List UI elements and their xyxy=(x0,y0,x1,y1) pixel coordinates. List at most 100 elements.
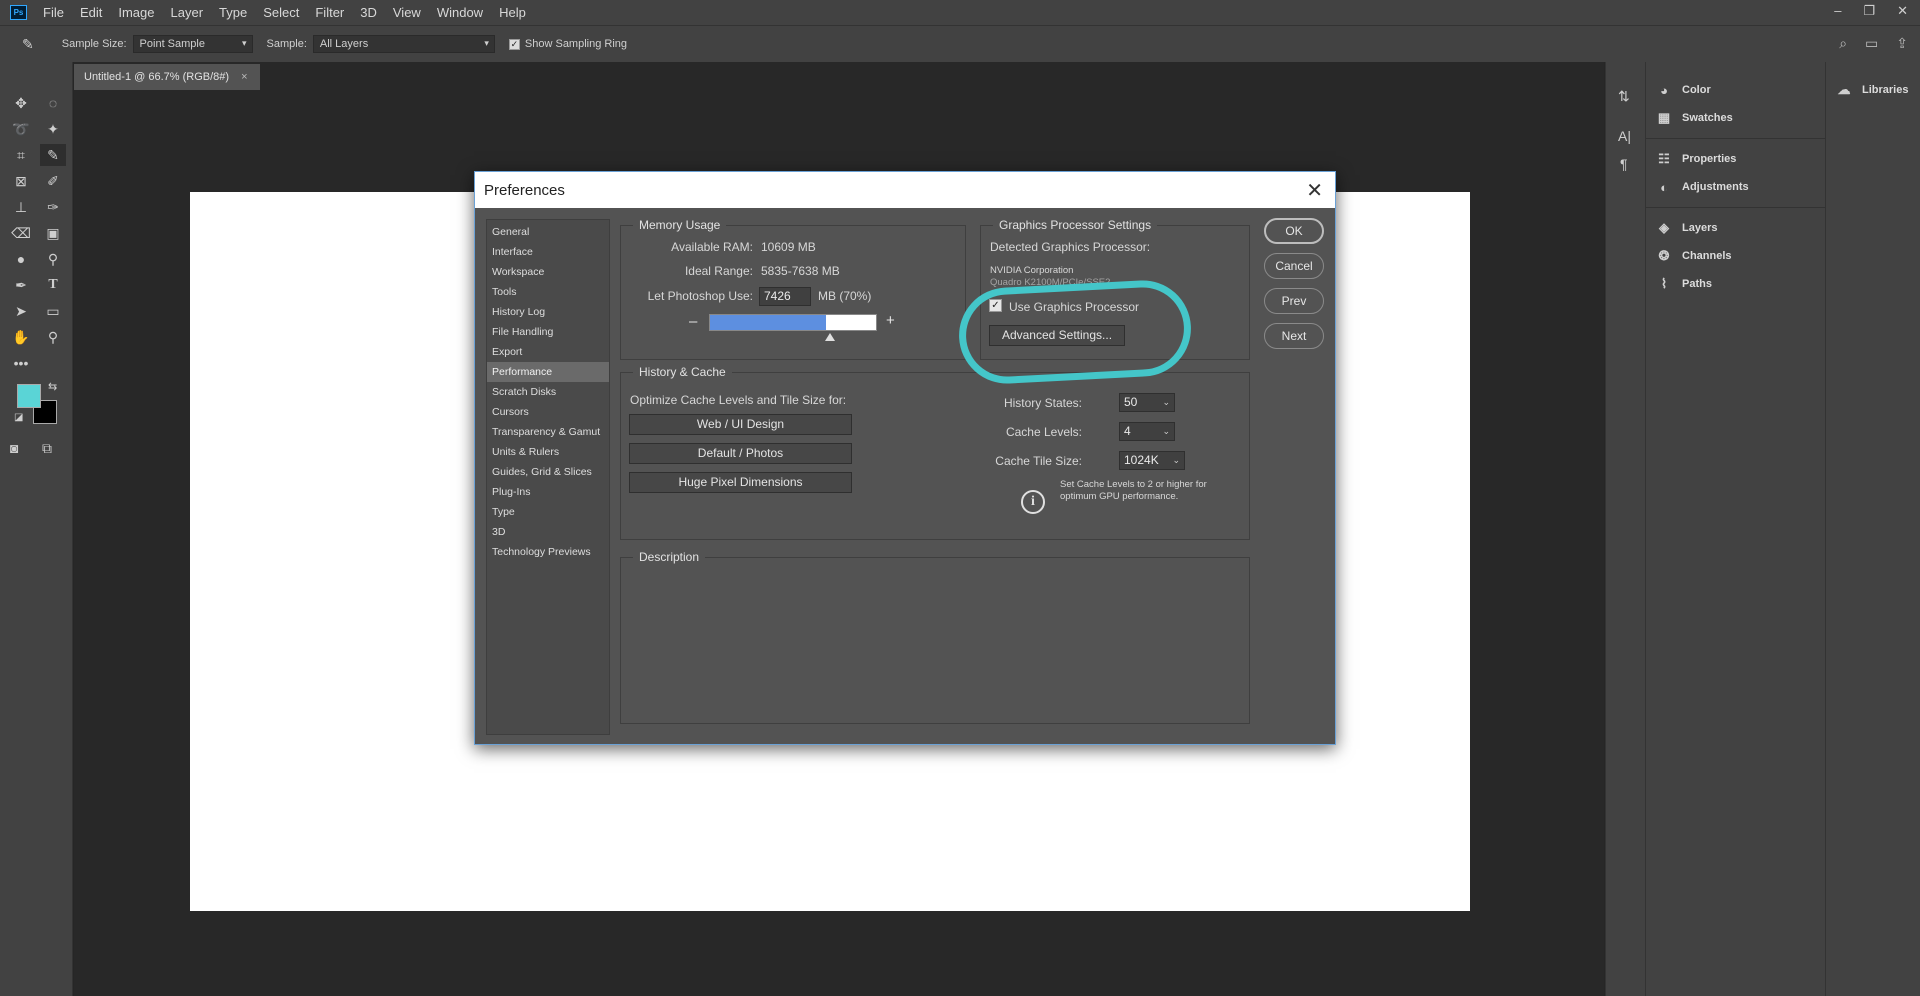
history-states-select[interactable]: 50 ⌄ xyxy=(1119,393,1175,412)
panel-layers[interactable]: ◈ Layers xyxy=(1646,214,1825,242)
category-type[interactable]: Type xyxy=(487,502,609,522)
properties-icon: ☷ xyxy=(1658,151,1670,166)
sample-select[interactable]: All Layers ▾ xyxy=(312,35,495,53)
menu-layer[interactable]: Layer xyxy=(171,5,204,20)
category-units-rulers[interactable]: Units & Rulers xyxy=(487,442,609,462)
photoshop-use-input[interactable]: 7426 xyxy=(759,287,811,306)
category-cursors[interactable]: Cursors xyxy=(487,402,609,422)
menu-type[interactable]: Type xyxy=(219,5,247,20)
category-plug-ins[interactable]: Plug-Ins xyxy=(487,482,609,502)
panel-color[interactable]: ◕ Color xyxy=(1646,76,1825,104)
panel-adjustments[interactable]: ◐ Adjustments xyxy=(1646,173,1825,201)
paragraph-panel-icon[interactable]: ¶ xyxy=(1620,156,1628,172)
default-photos-button[interactable]: Default / Photos xyxy=(629,443,852,464)
cancel-button[interactable]: Cancel xyxy=(1264,253,1324,279)
category-interface[interactable]: Interface xyxy=(487,242,609,262)
menu-edit[interactable]: Edit xyxy=(80,5,102,20)
menu-filter[interactable]: Filter xyxy=(315,5,344,20)
move-tool-icon[interactable]: ✥ xyxy=(8,92,34,114)
workspace-icon[interactable]: ▭ xyxy=(1865,35,1878,52)
category-3d[interactable]: 3D xyxy=(487,522,609,542)
menu-select[interactable]: Select xyxy=(263,5,299,20)
category-general[interactable]: General xyxy=(487,222,609,242)
category-guides-grid-slices[interactable]: Guides, Grid & Slices xyxy=(487,462,609,482)
character-panel-icon[interactable]: A| xyxy=(1618,128,1631,144)
web-ui-design-button[interactable]: Web / UI Design xyxy=(629,414,852,435)
crop-tool-icon[interactable]: ⌗ xyxy=(8,144,34,166)
default-colors-icon[interactable]: ◪ xyxy=(14,412,23,423)
sample-size-select[interactable]: Point Sample ▾ xyxy=(132,35,253,53)
increase-memory-icon[interactable]: + xyxy=(886,312,895,329)
quick-mask-icon[interactable]: ◙ xyxy=(10,440,18,456)
libraries-dock: ☁ Libraries xyxy=(1825,62,1920,996)
eyedropper-tool-icon[interactable]: ✎ xyxy=(40,144,66,166)
screen-mode-icon[interactable]: ⧉ xyxy=(42,440,52,457)
decrease-memory-icon[interactable]: – xyxy=(689,313,697,330)
gradient-tool-icon[interactable]: ▣ xyxy=(40,222,66,244)
menu-view[interactable]: View xyxy=(393,5,421,20)
marquee-tool-icon[interactable]: ◌ xyxy=(40,92,66,114)
category-technology-previews[interactable]: Technology Previews xyxy=(487,542,609,562)
panel-properties[interactable]: ☷ Properties xyxy=(1646,145,1825,173)
menu-window[interactable]: Window xyxy=(437,5,483,20)
memory-usage-slider[interactable] xyxy=(709,314,877,331)
chevron-down-icon: ▾ xyxy=(484,38,489,48)
stamp-tool-icon[interactable]: ⊥ xyxy=(8,196,34,218)
menu-help[interactable]: Help xyxy=(499,5,526,20)
blur-tool-icon[interactable]: ● xyxy=(8,248,34,270)
category-history-log[interactable]: History Log xyxy=(487,302,609,322)
menu-file[interactable]: File xyxy=(43,5,64,20)
panel-channels[interactable]: ❂ Channels xyxy=(1646,242,1825,270)
type-tool-icon[interactable]: T xyxy=(40,274,66,296)
panel-divider xyxy=(1646,138,1825,139)
dodge-tool-icon[interactable]: ⚲ xyxy=(40,248,66,270)
rectangle-tool-icon[interactable]: ▭ xyxy=(40,300,66,322)
foreground-color-swatch[interactable] xyxy=(17,384,41,408)
frame-tool-icon[interactable]: ⊠ xyxy=(8,170,34,192)
restore-icon[interactable]: ❐ xyxy=(1863,3,1875,19)
close-tab-icon[interactable]: × xyxy=(241,71,247,83)
close-icon[interactable]: ✕ xyxy=(1306,178,1323,203)
eraser-tool-icon[interactable]: ⌫ xyxy=(8,222,34,244)
gpu-vendor: NVIDIA Corporation xyxy=(990,265,1074,276)
pen-tool-icon[interactable]: ✒ xyxy=(8,274,34,296)
history-brush-tool-icon[interactable]: ✑ xyxy=(40,196,66,218)
close-window-icon[interactable]: ✕ xyxy=(1897,3,1908,19)
huge-pixel-dimensions-button[interactable]: Huge Pixel Dimensions xyxy=(629,472,852,493)
category-file-handling[interactable]: File Handling xyxy=(487,322,609,342)
menu-3d[interactable]: 3D xyxy=(360,5,377,20)
zoom-tool-icon[interactable]: ⚲ xyxy=(40,326,66,348)
panel-swatches[interactable]: ▦ Swatches xyxy=(1646,104,1825,132)
path-selection-tool-icon[interactable]: ➤ xyxy=(8,300,34,322)
minimize-icon[interactable]: – xyxy=(1834,3,1841,19)
search-icon[interactable]: ⌕ xyxy=(1839,35,1847,52)
share-icon[interactable]: ⇪ xyxy=(1896,35,1908,52)
memory-slider-thumb[interactable] xyxy=(825,333,835,341)
memory-usage-group: Memory Usage Available RAM: 10609 MB Ide… xyxy=(620,218,966,360)
category-tools[interactable]: Tools xyxy=(487,282,609,302)
panel-paths[interactable]: ⌇ Paths xyxy=(1646,270,1825,298)
category-export[interactable]: Export xyxy=(487,342,609,362)
next-button[interactable]: Next xyxy=(1264,323,1324,349)
more-tools-icon[interactable]: ••• xyxy=(8,352,34,374)
swap-colors-icon[interactable]: ⇆ xyxy=(48,380,57,393)
ok-button[interactable]: OK xyxy=(1264,218,1324,244)
cache-tile-size-select[interactable]: 1024K ⌄ xyxy=(1119,451,1185,470)
magic-wand-tool-icon[interactable]: ✦ xyxy=(40,118,66,140)
sample-label: Sample: xyxy=(266,38,307,50)
show-sampling-ring-checkbox[interactable]: ✓ xyxy=(508,38,520,50)
hand-tool-icon[interactable]: ✋ xyxy=(8,326,34,348)
panel-libraries[interactable]: ☁ Libraries xyxy=(1826,76,1920,104)
history-panel-icon[interactable]: ⇅ xyxy=(1618,88,1630,105)
brush-tool-icon[interactable]: ✐ xyxy=(40,170,66,192)
category-performance[interactable]: Performance xyxy=(487,362,609,382)
lasso-tool-icon[interactable]: ➰ xyxy=(8,118,34,140)
eyedropper-icon[interactable]: ✎ xyxy=(22,36,34,53)
document-tab[interactable]: Untitled-1 @ 66.7% (RGB/8#) × xyxy=(74,64,260,90)
category-scratch-disks[interactable]: Scratch Disks xyxy=(487,382,609,402)
category-workspace[interactable]: Workspace xyxy=(487,262,609,282)
prev-button[interactable]: Prev xyxy=(1264,288,1324,314)
menu-image[interactable]: Image xyxy=(118,5,154,20)
cache-levels-select[interactable]: 4 ⌄ xyxy=(1119,422,1175,441)
category-transparency-gamut[interactable]: Transparency & Gamut xyxy=(487,422,609,442)
